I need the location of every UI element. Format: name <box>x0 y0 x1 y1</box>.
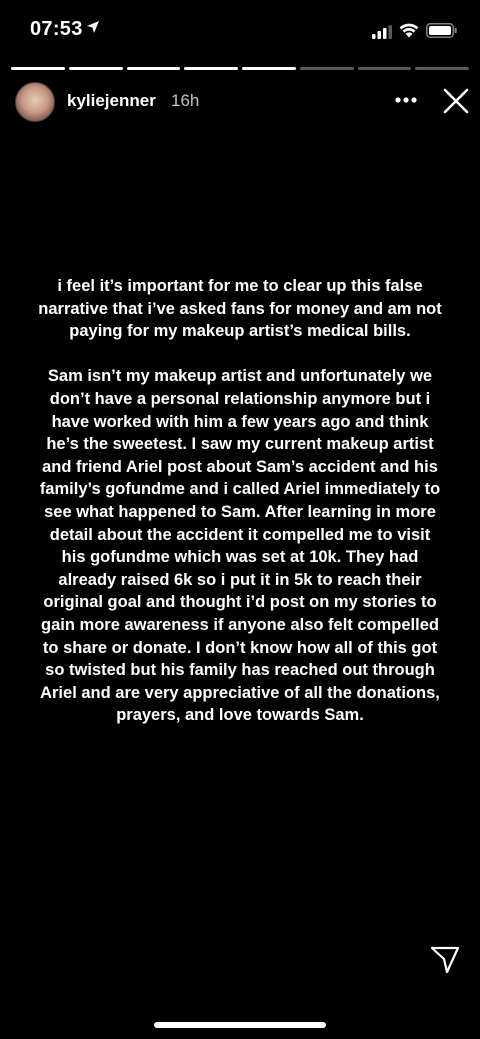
status-bar: 07:53 <box>0 0 480 60</box>
story-header: kyliejenner 16h <box>0 80 480 122</box>
location-arrow-icon <box>86 20 100 39</box>
progress-segment <box>299 67 354 70</box>
wifi-icon <box>399 22 419 43</box>
username[interactable]: kyliejenner <box>67 91 156 111</box>
progress-segment <box>11 67 65 70</box>
progress-segment <box>126 67 181 70</box>
progress-segment <box>357 67 412 70</box>
status-time: 07:53 <box>30 18 83 40</box>
progress-segment <box>68 67 123 70</box>
cellular-signal-icon <box>372 25 392 44</box>
more-options-icon <box>395 97 417 103</box>
story-text: i feel it’s important for me to clear up… <box>38 277 442 725</box>
home-indicator[interactable] <box>154 1022 326 1028</box>
progress-segment <box>415 67 469 70</box>
close-icon <box>443 88 469 114</box>
more-options-button[interactable] <box>391 86 421 114</box>
progress-segment <box>242 67 296 70</box>
progress-segment <box>184 67 238 70</box>
send-paper-plane-icon <box>430 946 460 974</box>
share-button[interactable] <box>430 946 460 974</box>
story-progress-bar <box>11 67 469 70</box>
battery-icon <box>426 23 458 43</box>
close-button[interactable] <box>441 86 471 116</box>
post-time: 16h <box>171 91 200 110</box>
avatar[interactable] <box>15 82 55 122</box>
